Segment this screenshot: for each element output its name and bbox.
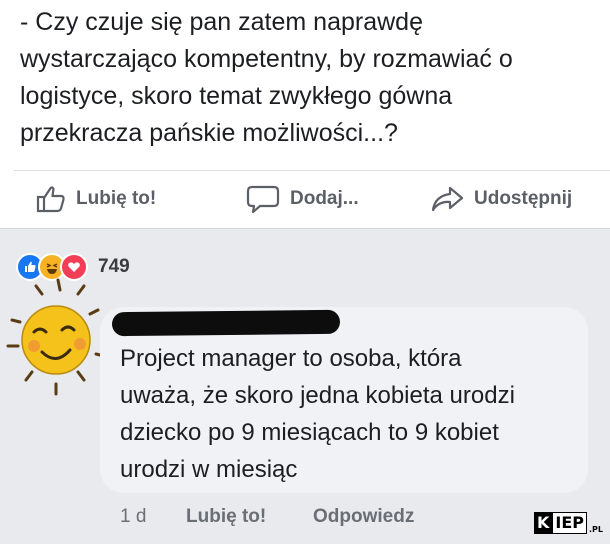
redacted-author-name: [111, 309, 341, 337]
watermark-k: K: [534, 512, 553, 534]
share-arrow-icon: [431, 186, 464, 212]
thumbs-up-icon: [36, 186, 65, 213]
post-text-line: wystarczająco kompetentny, by rozmawiać …: [20, 45, 513, 73]
comment-like-link[interactable]: Lubię to!: [186, 506, 266, 532]
comment-reply-link[interactable]: Odpowiedz: [313, 506, 414, 532]
post-card: - Czy czuje się pan zatem naprawdę wysta…: [0, 0, 610, 229]
comment-text-line: uważa, że skoro jedna kobieta urodzi: [120, 382, 515, 409]
kiep-watermark-logo: K IEP .PL: [534, 512, 603, 534]
actions-divider: [14, 170, 610, 171]
post-text-line: - Czy czuje się pan zatem naprawdę: [20, 8, 423, 36]
comment-text: Project manager to osoba, która uważa, ż…: [120, 340, 580, 488]
post-text: - Czy czuje się pan zatem naprawdę wysta…: [20, 4, 580, 152]
comment-timestamp: 1 d: [120, 506, 147, 527]
share-button-label: Udostępnij: [474, 188, 573, 209]
comment-text-line: urodzi w miesiąc: [120, 456, 298, 483]
like-button-label: Lubię to!: [76, 188, 157, 209]
comment-text-line: dziecko po 9 miesiącach to 9 kobiet: [120, 419, 499, 446]
post-text-line: przekracza pańskie możliwości...?: [20, 119, 398, 147]
speech-bubble-icon: [246, 185, 280, 214]
watermark-suffix: .PL: [589, 525, 604, 534]
comment-button-label: Dodaj...: [290, 188, 359, 209]
share-button[interactable]: Udostępnij: [430, 181, 572, 217]
comment-button[interactable]: Dodaj...: [246, 181, 359, 217]
like-button[interactable]: Lubię to!: [36, 181, 156, 217]
reaction-count: 749: [98, 256, 130, 277]
post-text-line: logistyce, skoro temat zwykłego gówna: [20, 82, 453, 110]
watermark-rest: IEP: [552, 512, 588, 534]
sun-sticker-icon: [6, 278, 106, 396]
comment-text-line: Project manager to osoba, która: [120, 345, 462, 372]
